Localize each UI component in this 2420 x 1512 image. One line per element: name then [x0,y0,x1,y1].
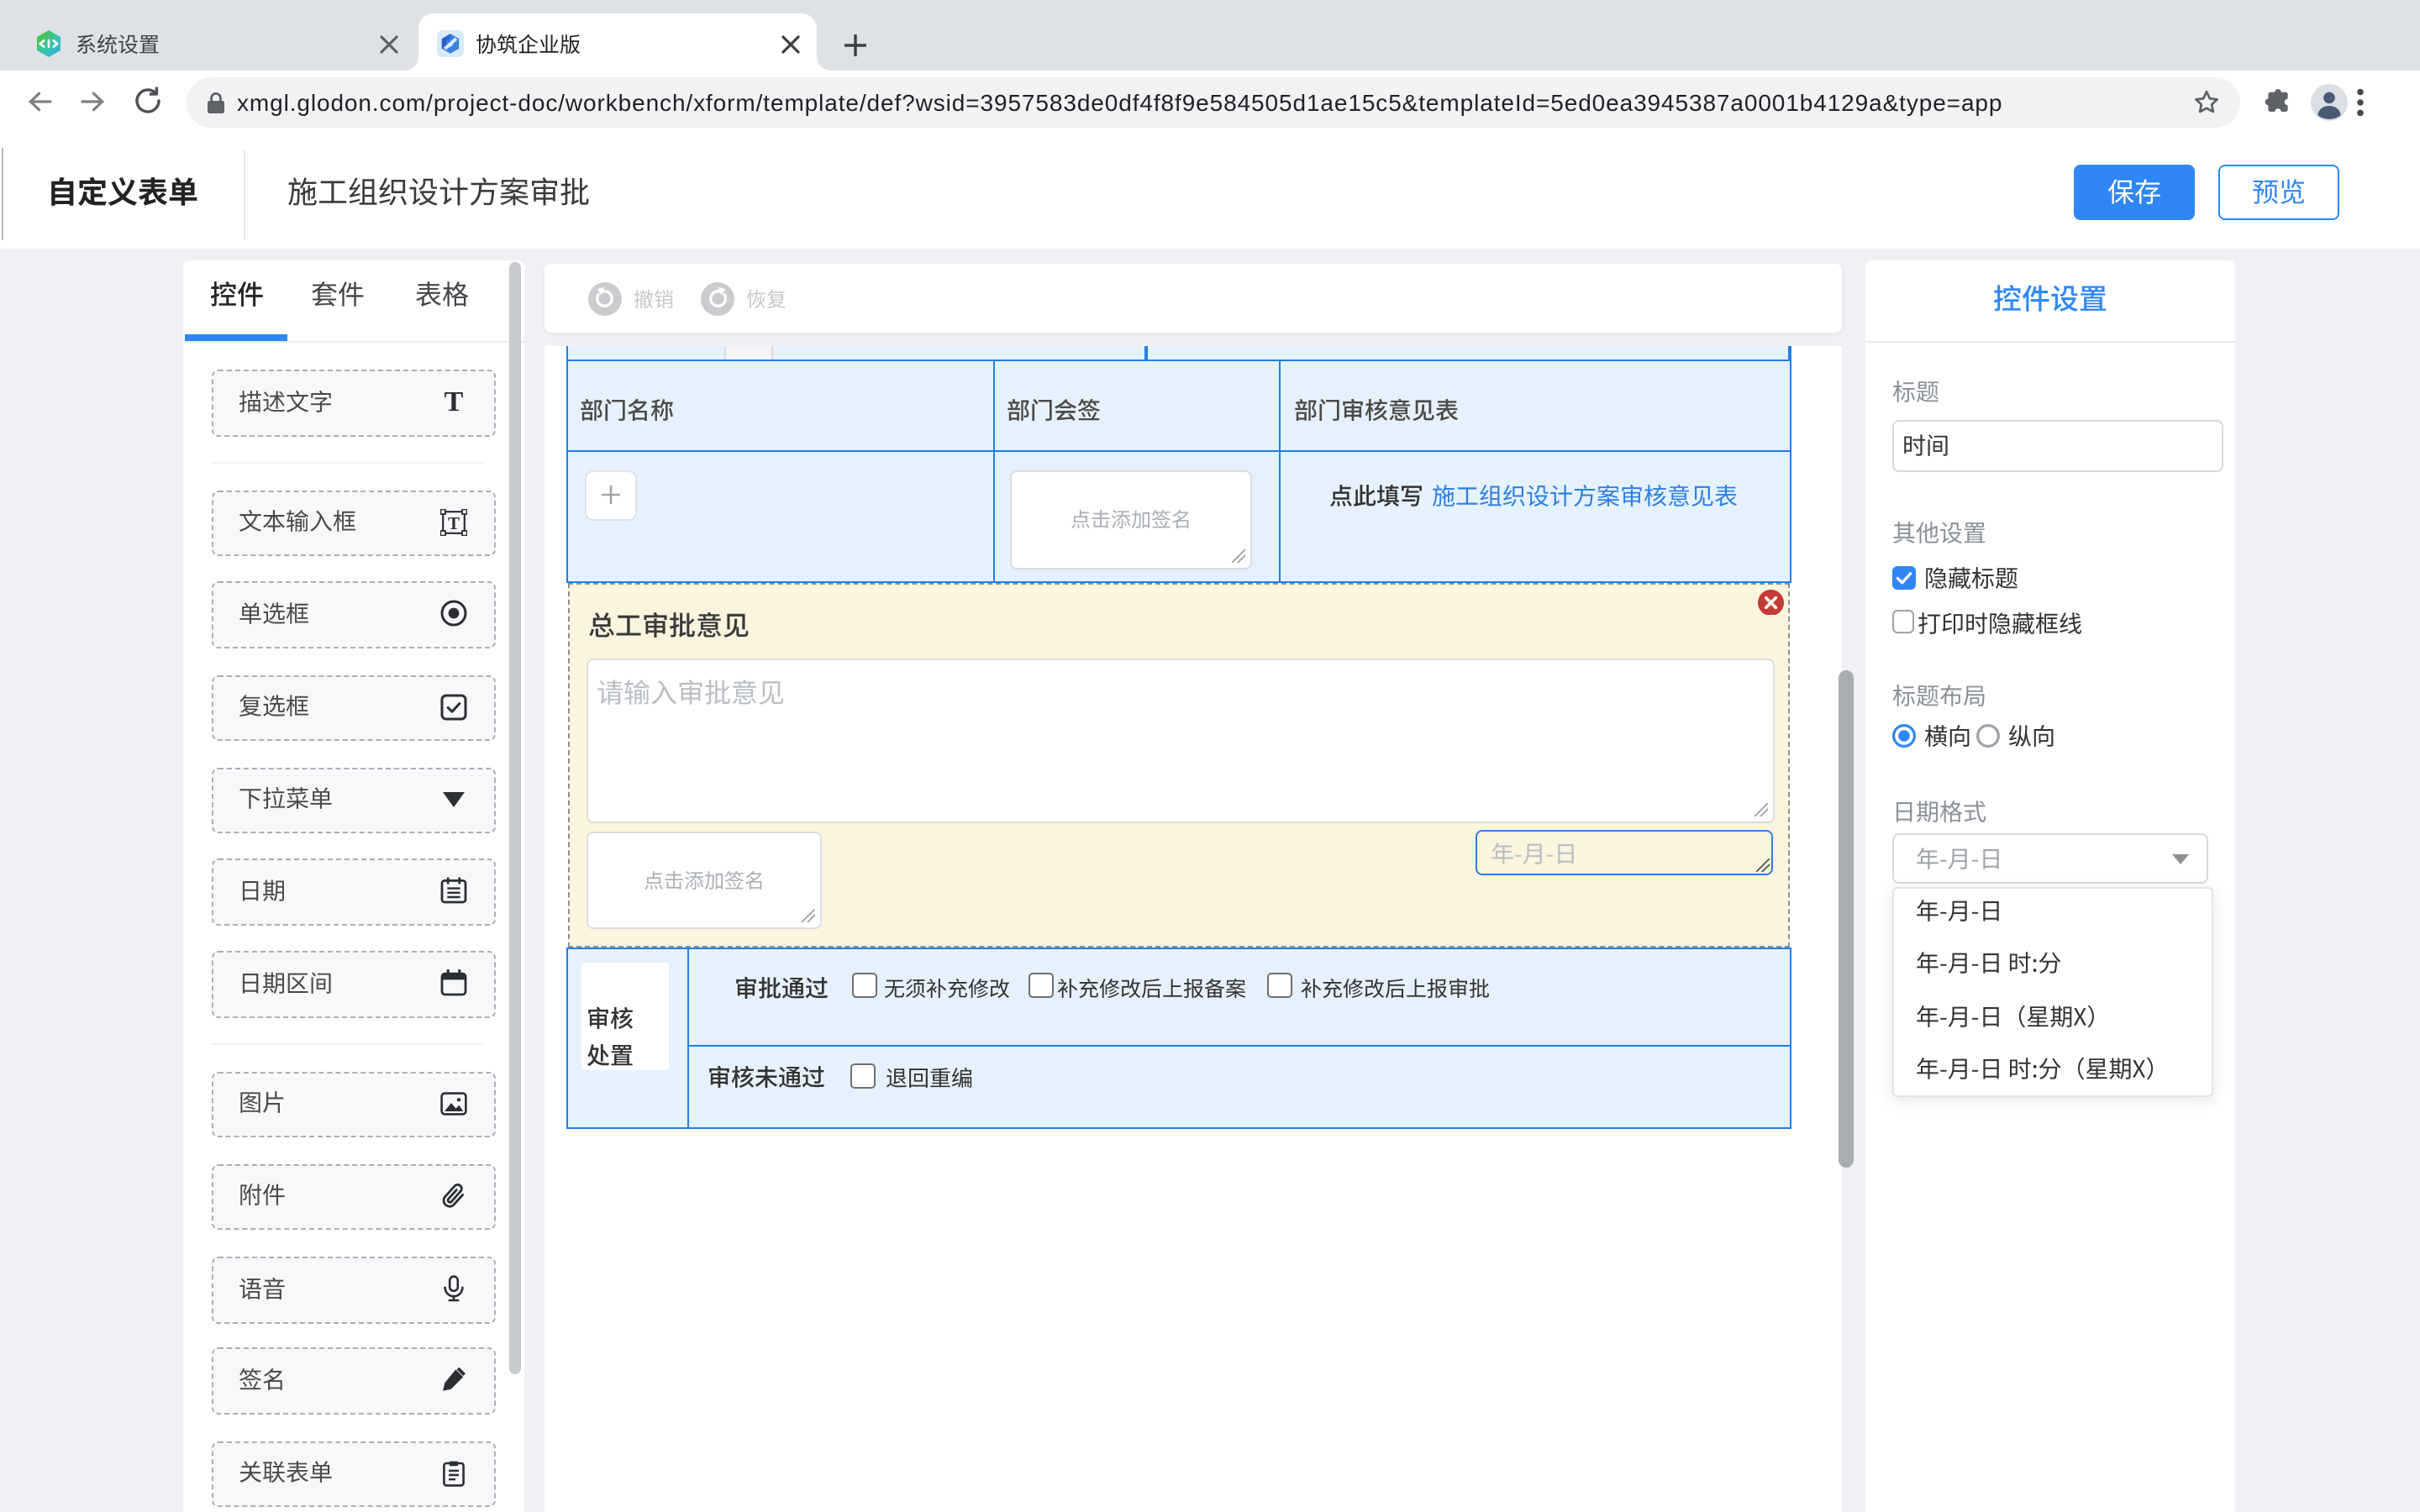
svg-text:T: T [448,512,460,533]
svg-text:T: T [445,388,464,415]
